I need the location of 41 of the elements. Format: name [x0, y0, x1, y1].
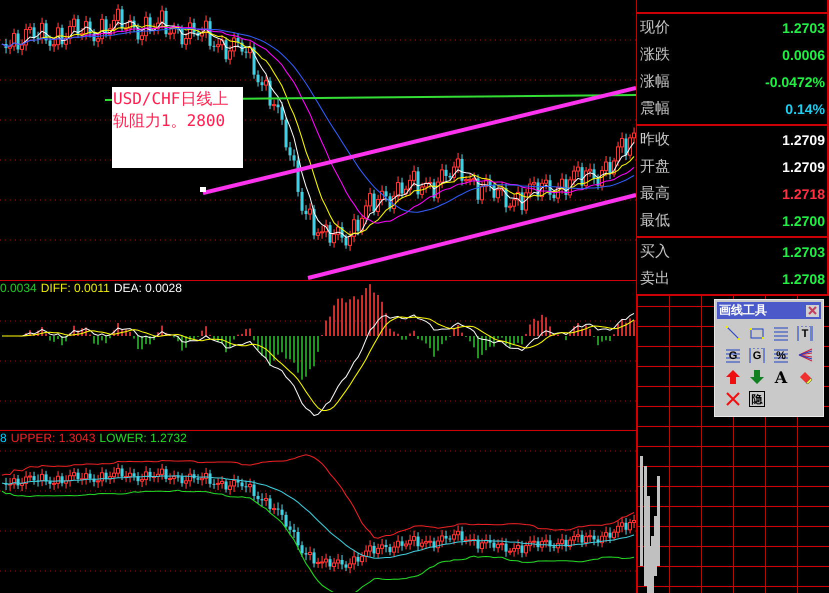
- quote-label: 涨跌: [640, 45, 670, 66]
- indicator-value: 8: [0, 431, 7, 446]
- quote-value: 1.2700: [782, 212, 825, 231]
- quote-label: 涨幅: [640, 72, 670, 92]
- quote-value: 1.2718: [782, 185, 825, 204]
- indicator-value: LOWER: 1.2732: [99, 431, 187, 446]
- vertical-lines-button[interactable]: T: [793, 324, 817, 343]
- indicator-value: 0.0034: [0, 281, 37, 296]
- annotation-note: USD/CHF日线上 轨阻力1。2800: [112, 87, 243, 168]
- line-tool-icon: [724, 324, 742, 342]
- toolbox-title: 画线工具: [719, 303, 767, 318]
- quote-label: 最低: [640, 211, 670, 232]
- up-arrow-icon: [724, 368, 742, 386]
- down-arrow-icon: [748, 368, 766, 386]
- indicator-value: DIFF: 0.0011: [40, 281, 110, 296]
- hide-tool-icon: [748, 390, 766, 408]
- quote-value: 1.2708: [782, 270, 825, 289]
- text-tool-button[interactable]: A: [769, 368, 793, 387]
- quote-value: 1.2703: [782, 243, 825, 262]
- quote-label: 买入: [640, 242, 670, 262]
- quote-value: 0.0006: [782, 46, 825, 65]
- quote-value: -0.0472%: [765, 73, 825, 92]
- quote-value: 0.14%: [785, 100, 825, 119]
- anchor-point-icon: [200, 187, 206, 192]
- close-icon: [808, 306, 817, 315]
- quote-label: 震幅: [640, 99, 670, 120]
- quote-label: 现价: [640, 18, 670, 38]
- quote-label: 最高: [640, 184, 670, 204]
- vertical-lines-button[interactable]: G: [745, 346, 769, 365]
- indicator-value: UPPER: 1.3043: [10, 431, 96, 446]
- quote-label: 昨收: [640, 130, 670, 150]
- quote-value: 1.2709: [782, 131, 825, 150]
- delete-icon: [724, 390, 742, 408]
- hide-tool-button[interactable]: 隐: [745, 390, 769, 409]
- indicator-value: DEA: 0.0028: [114, 281, 182, 296]
- quote-label: 卖出: [640, 269, 670, 290]
- close-button[interactable]: [806, 304, 819, 316]
- quote-label: 开盘: [640, 157, 670, 178]
- fan-lines-icon: [796, 346, 814, 364]
- quote-value: 1.2709: [782, 158, 825, 177]
- quote-value: 1.2703: [782, 19, 825, 38]
